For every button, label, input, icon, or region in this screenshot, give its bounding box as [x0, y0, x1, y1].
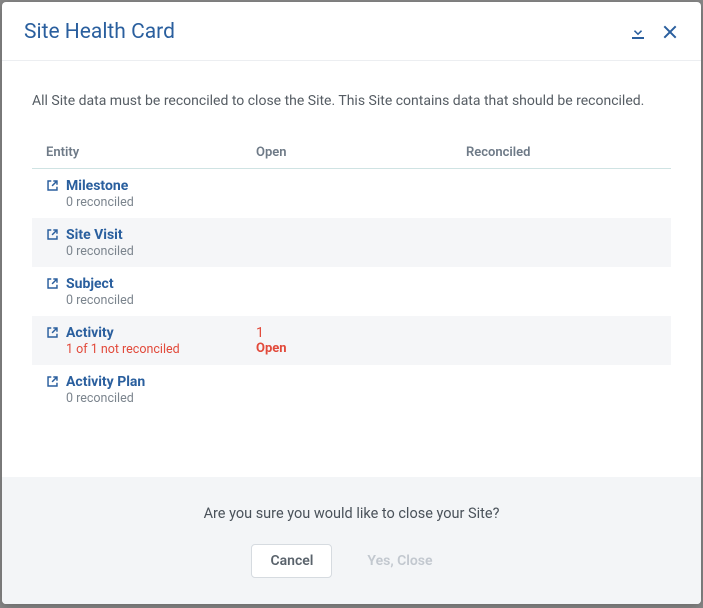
- intro-text: All Site data must be reconciled to clos…: [32, 93, 671, 109]
- table-row: Activity Plan0 reconciled: [32, 365, 671, 414]
- entity-name: Milestone: [66, 178, 128, 194]
- table-row: Milestone0 reconciled: [32, 169, 671, 218]
- open-cell: [256, 227, 466, 259]
- table-header: Entity Open Reconciled: [32, 137, 671, 169]
- entity-name: Site Visit: [66, 227, 123, 243]
- entity-cell: Subject0 reconciled: [46, 276, 256, 308]
- col-header-reconciled: Reconciled: [466, 145, 657, 160]
- entity-subtext: 1 of 1 not reconciled: [66, 342, 256, 357]
- open-count: 1: [256, 325, 466, 341]
- open-cell: 1Open: [256, 325, 466, 357]
- col-header-open: Open: [256, 145, 466, 160]
- table-row: Subject0 reconciled: [32, 267, 671, 316]
- table-row: Activity1 of 1 not reconciled1Open: [32, 316, 671, 365]
- reconciled-cell: [466, 227, 657, 259]
- external-link-icon: [46, 375, 60, 389]
- entity-subtext: 0 reconciled: [66, 244, 256, 259]
- modal-header: Site Health Card: [2, 2, 701, 61]
- entity-link[interactable]: Milestone: [46, 178, 256, 194]
- open-cell: [256, 178, 466, 210]
- col-header-entity: Entity: [46, 145, 256, 160]
- cancel-button[interactable]: Cancel: [251, 544, 332, 578]
- entity-cell: Site Visit0 reconciled: [46, 227, 256, 259]
- open-label: Open: [256, 341, 466, 356]
- entity-subtext: 0 reconciled: [66, 195, 256, 210]
- open-cell: [256, 276, 466, 308]
- entity-link[interactable]: Subject: [46, 276, 256, 292]
- confirm-text: Are you sure you would like to close you…: [22, 505, 681, 522]
- table-row: Site Visit0 reconciled: [32, 218, 671, 267]
- entity-subtext: 0 reconciled: [66, 293, 256, 308]
- modal-title: Site Health Card: [24, 20, 175, 44]
- reconciled-cell: [466, 374, 657, 406]
- entity-cell: Activity1 of 1 not reconciled: [46, 325, 256, 357]
- entity-name: Subject: [66, 276, 114, 292]
- site-health-modal: Site Health Card All Site data must be r…: [2, 2, 701, 604]
- entity-subtext: 0 reconciled: [66, 391, 256, 406]
- open-cell: [256, 374, 466, 406]
- entity-name: Activity Plan: [66, 374, 145, 390]
- external-link-icon: [46, 228, 60, 242]
- header-actions: [629, 23, 679, 41]
- button-row: Cancel Yes, Close: [22, 544, 681, 578]
- download-icon[interactable]: [629, 23, 647, 41]
- close-icon[interactable]: [661, 23, 679, 41]
- entity-link[interactable]: Site Visit: [46, 227, 256, 243]
- yes-close-button[interactable]: Yes, Close: [348, 544, 451, 578]
- entity-link[interactable]: Activity Plan: [46, 374, 256, 390]
- entity-link[interactable]: Activity: [46, 325, 256, 341]
- modal-footer: Are you sure you would like to close you…: [2, 477, 701, 604]
- external-link-icon: [46, 326, 60, 340]
- reconciled-cell: [466, 325, 657, 357]
- external-link-icon: [46, 277, 60, 291]
- entity-name: Activity: [66, 325, 114, 341]
- entity-cell: Milestone0 reconciled: [46, 178, 256, 210]
- external-link-icon: [46, 179, 60, 193]
- entity-cell: Activity Plan0 reconciled: [46, 374, 256, 406]
- table-body: Milestone0 reconciledSite Visit0 reconci…: [32, 169, 671, 414]
- reconciled-cell: [466, 276, 657, 308]
- reconciled-cell: [466, 178, 657, 210]
- modal-body: All Site data must be reconciled to clos…: [2, 61, 701, 477]
